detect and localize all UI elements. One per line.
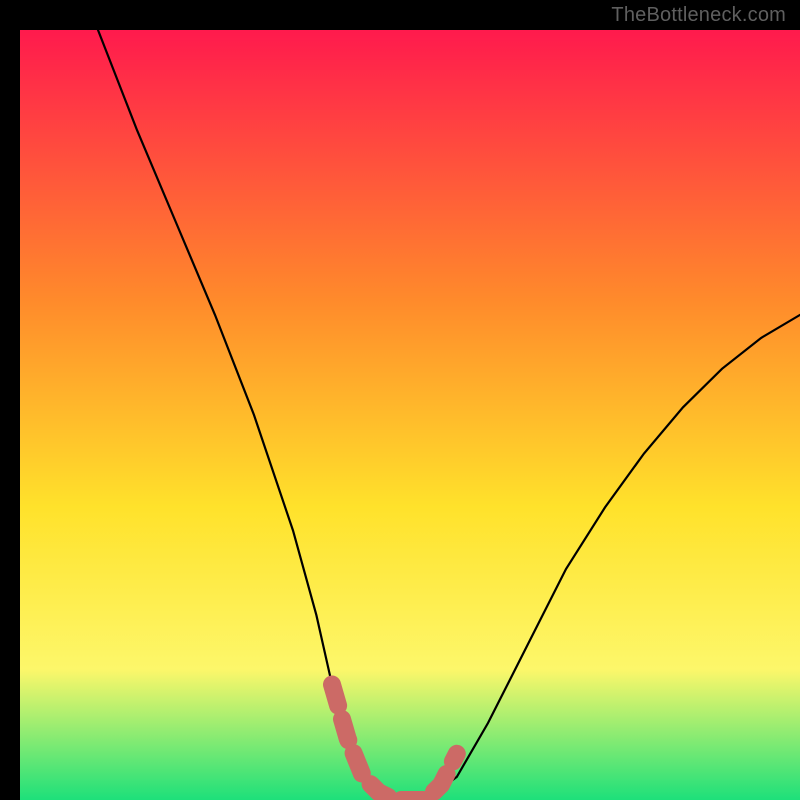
chart-stage: TheBottleneck.com [0, 0, 800, 800]
gradient-background [20, 30, 800, 800]
bottleneck-chart [0, 0, 800, 800]
watermark-text: TheBottleneck.com [611, 4, 786, 27]
